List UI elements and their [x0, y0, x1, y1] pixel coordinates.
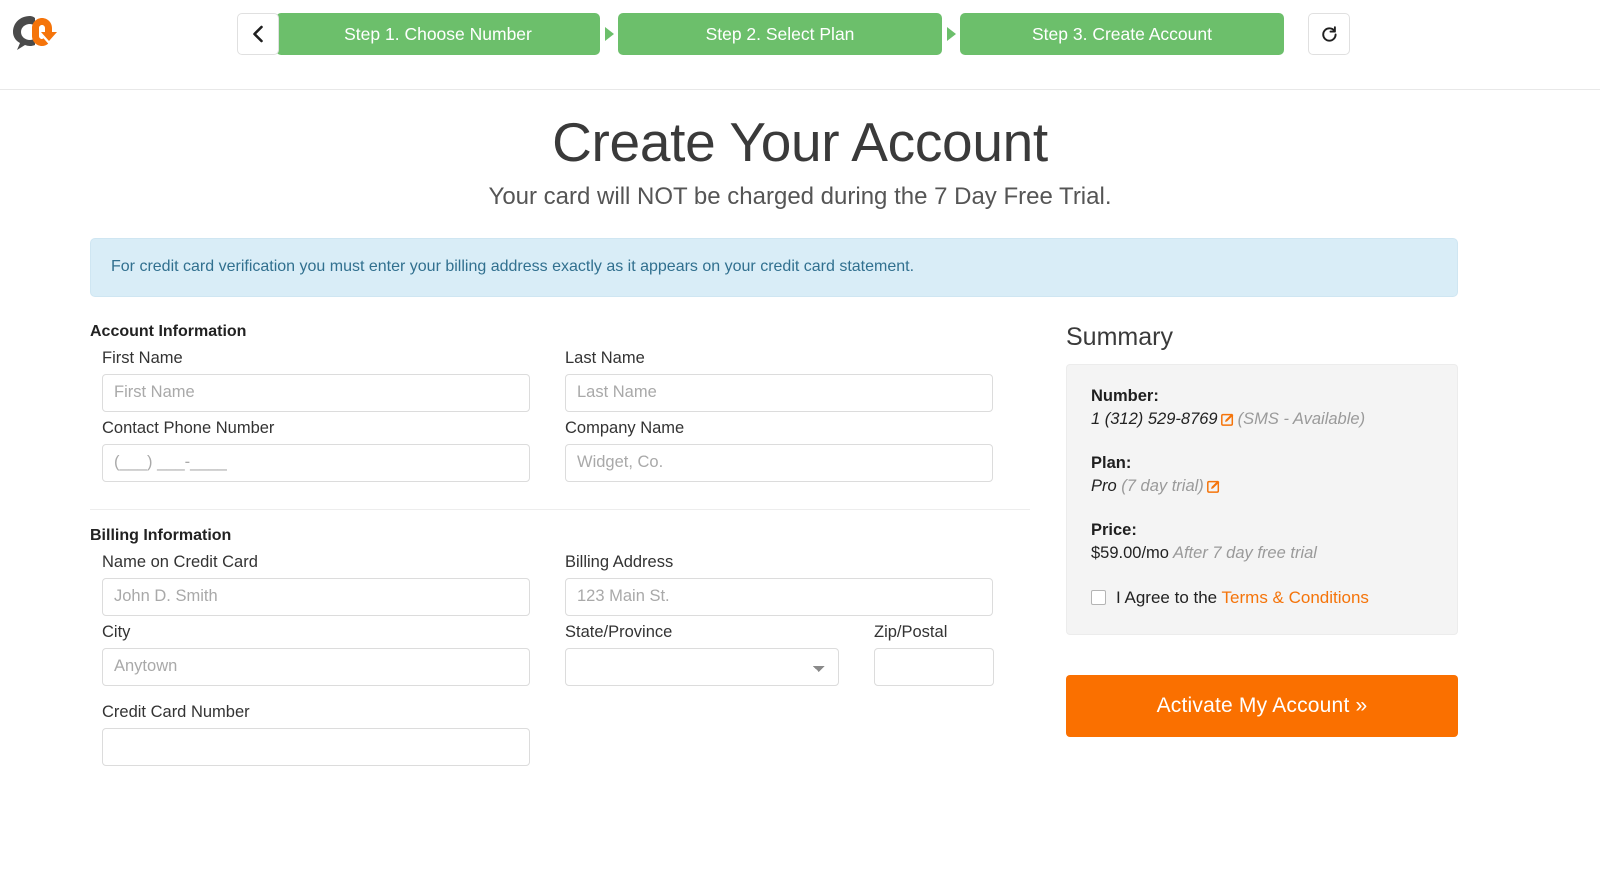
summary-price-note: After 7 day free trial — [1172, 543, 1317, 562]
summary-box: Number: 1 (312) 529-8769 (SMS - Available… — [1066, 363, 1458, 635]
form-column: Account Information First Name Last Name… — [90, 323, 1030, 773]
field-name-on-card: Name on Credit Card — [102, 553, 530, 616]
row-credit-card: Credit Card Number — [90, 703, 1030, 773]
restart-arrow-icon — [1320, 25, 1339, 44]
field-first-name: First Name — [102, 349, 530, 412]
field-credit-card-number: Credit Card Number — [102, 703, 530, 766]
page-body: Create Your Account Your card will NOT b… — [0, 90, 1600, 871]
step-2-select-plan[interactable]: Step 2. Select Plan — [618, 13, 942, 55]
row-card-name: Name on Credit Card Billing Address — [90, 553, 1030, 623]
edit-pencil-icon[interactable] — [1206, 477, 1221, 501]
summary-number-value: 1 (312) 529-8769 — [1091, 409, 1218, 428]
step-3-create-account[interactable]: Step 3. Create Account — [960, 13, 1284, 55]
credit-card-number-label: Credit Card Number — [102, 702, 250, 721]
field-state-province: State/Province — [565, 623, 839, 686]
column-gap — [530, 623, 565, 693]
last-name-input[interactable] — [565, 373, 993, 412]
summary-price-row: $59.00/mo After 7 day free trial — [1091, 542, 1433, 566]
column-gap — [530, 419, 565, 489]
agree-prefix-text: I Agree to the — [1116, 587, 1222, 607]
company-name-input[interactable] — [565, 443, 993, 482]
credit-card-number-input[interactable] — [102, 727, 530, 766]
city-input[interactable] — [102, 647, 530, 686]
field-zip-postal: Zip/Postal — [874, 623, 994, 686]
field-contact-phone: Contact Phone Number — [102, 419, 530, 482]
step-3-label: Step 3. Create Account — [1032, 23, 1212, 44]
form-columns: Account Information First Name Last Name… — [0, 323, 1600, 773]
summary-price-value: $59.00/mo — [1091, 543, 1169, 562]
chevron-left-icon — [251, 25, 265, 43]
field-last-name: Last Name — [565, 349, 993, 412]
city-label: City — [102, 622, 131, 641]
callsource-logo — [8, 12, 66, 54]
summary-number-row: 1 (312) 529-8769 (SMS - Available) — [1091, 408, 1433, 434]
contact-phone-label: Contact Phone Number — [102, 418, 275, 437]
billing-information-heading: Billing Information — [90, 526, 232, 544]
alert-text: For credit card verification you must en… — [111, 258, 915, 275]
column-gap — [530, 553, 565, 623]
state-province-label: State/Province — [565, 622, 673, 641]
page-subtitle: Your card will NOT be charged during the… — [488, 183, 1112, 210]
step-1-label: Step 1. Choose Number — [344, 23, 532, 44]
name-on-card-input[interactable] — [102, 577, 530, 616]
app-header: Step 1. Choose Number Step 2. Select Pla… — [0, 0, 1600, 90]
step-separator-2 — [942, 13, 960, 55]
summary-heading: Summary — [1066, 322, 1173, 351]
step-1-choose-number[interactable]: Step 1. Choose Number — [276, 13, 600, 55]
zip-postal-input[interactable] — [874, 647, 994, 686]
contact-phone-input[interactable] — [102, 443, 530, 482]
summary-plan-note: (7 day trial) — [1121, 476, 1204, 495]
terms-and-conditions-link[interactable]: Terms & Conditions — [1222, 588, 1369, 607]
account-information-heading: Account Information — [90, 322, 247, 340]
activate-my-account-button[interactable]: Activate My Account » — [1066, 674, 1458, 737]
edit-pencil-icon[interactable] — [1220, 410, 1235, 434]
billing-address-label: Billing Address — [565, 552, 674, 571]
summary-plan-value: Pro — [1091, 476, 1117, 495]
field-city: City — [102, 623, 530, 686]
field-company-name: Company Name — [565, 419, 993, 482]
summary-plan-label: Plan: — [1091, 453, 1132, 472]
summary-price-label: Price: — [1091, 520, 1137, 539]
row-name: First Name Last Name — [90, 349, 1030, 419]
row-contact: Contact Phone Number Company Name — [90, 419, 1030, 489]
back-button[interactable] — [237, 13, 279, 55]
state-province-select[interactable] — [565, 647, 839, 686]
step-2-label: Step 2. Select Plan — [705, 23, 855, 44]
zip-postal-label: Zip/Postal — [874, 622, 948, 641]
step-separator-1 — [600, 13, 618, 55]
row-city-state-zip: City State/Province Zip/Postal — [90, 623, 1030, 693]
column-gap — [839, 623, 874, 693]
section-divider — [90, 508, 1030, 510]
page-title: Create Your Account — [552, 111, 1048, 173]
billing-verification-alert: For credit card verification you must en… — [90, 238, 1458, 297]
column-gap — [530, 349, 565, 419]
first-name-label: First Name — [102, 348, 183, 367]
restart-button[interactable] — [1308, 13, 1350, 55]
summary-number-label: Number: — [1091, 386, 1159, 405]
field-billing-address: Billing Address — [565, 553, 993, 616]
first-name-input[interactable] — [102, 373, 530, 412]
step-navigation: Step 1. Choose Number Step 2. Select Pla… — [237, 13, 1350, 55]
summary-number-group: Number: 1 (312) 529-8769 (SMS - Available… — [1091, 387, 1433, 434]
terms-checkbox[interactable] — [1091, 590, 1106, 606]
summary-plan-group: Plan: Pro (7 day trial) — [1091, 454, 1433, 501]
company-name-label: Company Name — [565, 418, 685, 437]
summary-price-group: Price: $59.00/mo After 7 day free trial — [1091, 521, 1433, 566]
summary-plan-row: Pro (7 day trial) — [1091, 475, 1433, 501]
billing-address-input[interactable] — [565, 577, 993, 616]
summary-number-note: (SMS - Available) — [1237, 409, 1366, 428]
name-on-card-label: Name on Credit Card — [102, 552, 258, 571]
terms-agreement-row: I Agree to the Terms & Conditions — [1091, 588, 1433, 608]
last-name-label: Last Name — [565, 348, 645, 367]
terms-agreement-text: I Agree to the Terms & Conditions — [1116, 588, 1369, 608]
summary-column: Summary Number: 1 (312) 529-8769 (SMS - A… — [1030, 323, 1458, 773]
